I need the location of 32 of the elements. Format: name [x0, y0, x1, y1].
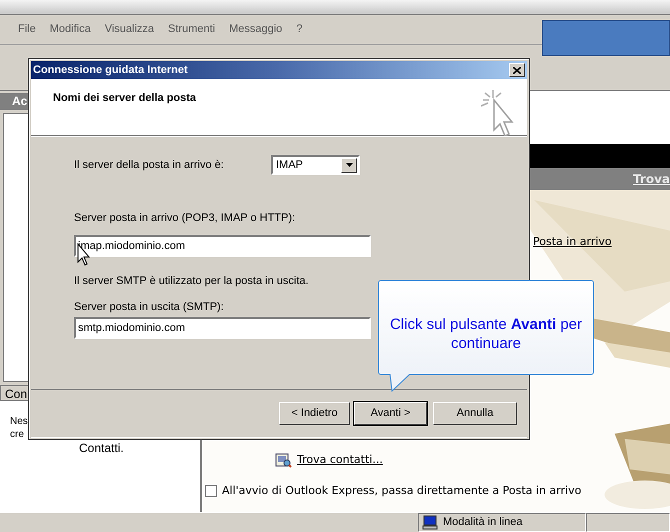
close-icon: [513, 66, 521, 74]
incoming-server-field[interactable]: imap.miodominio.com: [74, 234, 371, 256]
menu-item[interactable]: ?: [296, 21, 302, 38]
close-button[interactable]: [509, 63, 525, 77]
connection-status: Modalità in linea: [443, 515, 522, 530]
wizard-heading: Nomi dei server della posta: [53, 91, 196, 106]
smtp-note: Il server SMTP è utilizzato per la posta in uscita.: [74, 274, 310, 288]
computer-icon: [422, 515, 438, 530]
startup-checkbox[interactable]: [205, 485, 217, 498]
contacts-text: Nes: [10, 415, 29, 428]
address-book-icon: [275, 452, 292, 468]
menu-item[interactable]: Visualizza: [104, 21, 154, 38]
contacts-text: cre: [10, 428, 25, 441]
window-title: Connessione guidata Internet: [33, 62, 188, 78]
callout-text: Click sul pulsante Avanti per continuare: [388, 314, 584, 352]
menu-item[interactable]: Messaggio: [229, 21, 282, 38]
checkbox-label: All'avvio di Outlook Express, passa direttamente a Posta in arrivo: [222, 483, 582, 499]
wizard-button[interactable]: Annulla: [433, 402, 517, 425]
wizard-button[interactable]: < Indietro: [279, 402, 350, 425]
find-contacts-link[interactable]: Trova contatti...: [297, 452, 383, 468]
outgoing-server-label: Server posta in uscita (SMTP):: [74, 300, 225, 315]
outgoing-server-field[interactable]: smtp.miodominio.com: [74, 316, 371, 338]
server-type-label: Il server della posta in arrivo è:: [74, 158, 225, 173]
wizard-button[interactable]: Avanti >: [354, 402, 427, 425]
dropdown-arrow-icon: [346, 163, 352, 167]
server-type-select[interactable]: IMAP: [271, 155, 360, 175]
incoming-server-label: Server posta in arrivo (POP3, IMAP o HTTP):: [74, 211, 296, 226]
menu-item[interactable]: File: [18, 21, 36, 38]
inbox-link[interactable]: Posta in arrivo: [533, 234, 612, 250]
menu-item[interactable]: Strumenti: [168, 21, 216, 38]
contacts-text: Contatti.: [78, 441, 125, 455]
menu-item[interactable]: Modifica: [50, 21, 91, 38]
